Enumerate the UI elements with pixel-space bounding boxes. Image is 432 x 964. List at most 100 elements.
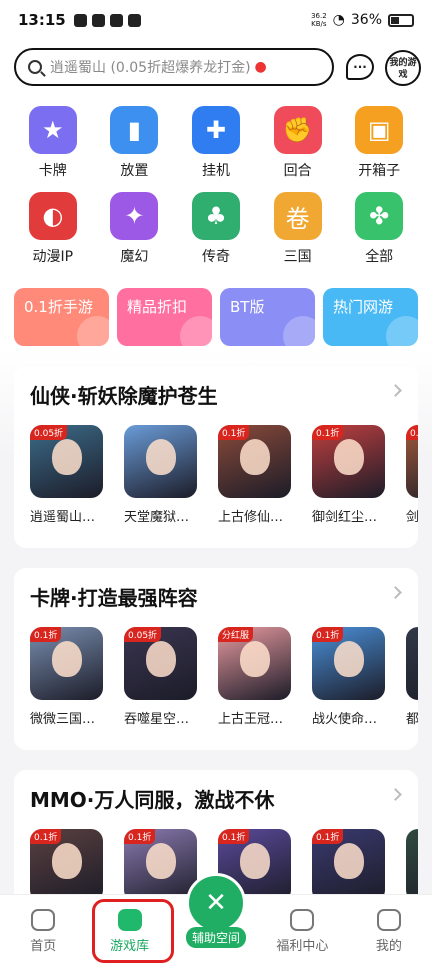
phone-icon: ▮ xyxy=(110,106,159,154)
nav-home[interactable]: 首页 xyxy=(0,895,86,964)
clover-icon: ✤ xyxy=(355,192,404,240)
character-art xyxy=(146,641,176,677)
search-icon xyxy=(28,60,42,74)
game-item[interactable]: 0.1折剑 xyxy=(406,425,418,525)
game-cover-image xyxy=(406,829,418,894)
game-item[interactable] xyxy=(406,829,418,894)
cards-icon: ★ xyxy=(28,106,77,154)
category-7[interactable]: ♣ 传奇 xyxy=(175,192,257,266)
nav-welfare-center[interactable]: 福利中心 xyxy=(259,895,345,964)
game-item[interactable]: 0.1折 御剑红尘… xyxy=(312,425,385,525)
game-list: 0.1折 微微三国… 0.05折 吞噬星空… 分红服 上古王冠… 0.1折战火使命… 都 xyxy=(30,627,418,727)
discount-badge: 0.1折 xyxy=(218,829,250,844)
game-item[interactable]: 0.1折 微微三国… xyxy=(30,627,103,727)
tag-label: 0.1折手游 xyxy=(24,298,93,316)
game-item[interactable]: 都 xyxy=(406,627,418,727)
main-content: ★ 卡牌 ▮ 放置 ✚ 挂机 ✊ 回合 ▣ 开箱子 ◐ 动漫IP ✦ 魔幻 ♣ 传奇 卷三国 ✤ 全部 0.1折手游… xyxy=(0,98,432,894)
character-art xyxy=(334,843,364,879)
game-item[interactable]: 0.05折 逍遥蜀山… xyxy=(30,425,103,525)
game-name: 剑 xyxy=(406,510,418,525)
tag-label: BT版 xyxy=(230,298,265,316)
category-label: 卡牌 xyxy=(38,163,67,179)
quick-tags: 0.1折手游 精品折扣 BT版 热门网游 xyxy=(0,266,432,346)
status-time: 13:15 xyxy=(18,11,66,29)
category-8[interactable]: 卷三国 xyxy=(257,192,339,266)
game-cover-image xyxy=(124,425,197,498)
message-icon[interactable]: ··· xyxy=(346,54,374,80)
notification-icons xyxy=(73,13,141,27)
category-1[interactable]: ▮ 放置 xyxy=(94,106,176,180)
nav-assist-space[interactable]: ✕ 辅助空间 xyxy=(173,873,259,964)
wifi-icon: ◔ xyxy=(332,12,345,28)
category-6[interactable]: ✦ 魔幻 xyxy=(94,192,176,266)
section-title: MMO·万人同服，激战不休 xyxy=(30,788,275,812)
game-item[interactable]: 天堂魔狱… xyxy=(124,425,197,525)
gamepad-icon: ✚ xyxy=(191,106,240,154)
gourd-icon: ♣ xyxy=(191,192,240,240)
game-name: 都 xyxy=(406,712,418,727)
game-name: 御剑红尘… xyxy=(312,510,378,525)
category-label: 开箱子 xyxy=(358,163,401,179)
category-label: 放置 xyxy=(120,163,149,179)
game-item[interactable]: 0.05折 吞噬星空… xyxy=(124,627,197,727)
game-name: 战火使命… xyxy=(312,712,378,727)
category-label: 挂机 xyxy=(201,163,230,179)
tv-gift-icon xyxy=(290,909,315,931)
section-title: 仙侠·斩妖除魔护苍生 xyxy=(30,384,218,408)
game-cover-image: 0.1折 xyxy=(218,425,291,498)
boxing-glove-icon: ✊ xyxy=(273,106,322,154)
battery-icon xyxy=(388,13,414,27)
character-art xyxy=(146,439,176,475)
category-2[interactable]: ✚ 挂机 xyxy=(175,106,257,180)
nav-profile[interactable]: 我的 xyxy=(346,895,432,964)
tag-button-0[interactable]: 0.1折手游 xyxy=(14,288,109,346)
discount-badge: 0.1折 xyxy=(30,627,62,642)
my-games-button[interactable]: 我的游戏 xyxy=(385,50,421,86)
discount-badge: 0.1折 xyxy=(30,829,62,844)
game-cover-image xyxy=(406,627,418,700)
tag-label: 精品折扣 xyxy=(127,298,188,316)
character-art xyxy=(240,439,270,475)
network-speed: 36.2 KB/s xyxy=(311,12,327,28)
category-label: 全部 xyxy=(365,249,394,265)
category-label: 传奇 xyxy=(201,249,230,265)
discount-badge: 0.1折 xyxy=(312,627,344,642)
character-art xyxy=(240,843,270,879)
search-input[interactable]: 逍遥蜀山 (0.05折超爆养龙打金) ● xyxy=(14,48,334,86)
category-4[interactable]: ▣ 开箱子 xyxy=(338,106,420,180)
nav-game-library[interactable]: 游戏库 xyxy=(86,895,175,964)
tag-button-1[interactable]: 精品折扣 xyxy=(117,288,212,346)
character-art xyxy=(52,843,82,879)
game-item[interactable]: 0.1折 xyxy=(124,829,197,894)
game-cover-image: 0.1折 xyxy=(312,627,385,700)
character-art xyxy=(334,439,364,475)
character-art xyxy=(146,843,176,879)
game-section: 卡牌·打造最强阵容 0.1折 微微三国… 0.05折 吞噬星空… 分红服 上古王冠… 0.1折… xyxy=(14,568,418,750)
game-item[interactable]: 0.1折上古修仙… xyxy=(218,425,291,525)
discount-badge: 分红服 xyxy=(218,627,254,642)
character-art xyxy=(334,641,364,677)
treasure-chest-icon: ▣ xyxy=(355,106,404,154)
discount-badge: 0.05折 xyxy=(30,425,68,440)
discount-badge: 0.1折 xyxy=(406,425,418,440)
category-label: 动漫IP xyxy=(32,249,74,265)
tag-label: 热门网游 xyxy=(333,298,394,316)
game-name: 上古修仙… xyxy=(218,510,284,525)
category-0[interactable]: ★ 卡牌 xyxy=(12,106,94,180)
category-3[interactable]: ✊ 回合 xyxy=(257,106,339,180)
tag-button-3[interactable]: 热门网游 xyxy=(323,288,418,346)
game-item[interactable]: 分红服 上古王冠… xyxy=(218,627,291,727)
game-cover-image: 分红服 xyxy=(218,627,291,700)
game-cover-image: 0.1折 xyxy=(30,627,103,700)
tag-button-2[interactable]: BT版 xyxy=(220,288,315,346)
status-bar: 13:15 36.2 KB/s ◔ 36% xyxy=(0,0,432,40)
game-item[interactable]: 0.1折 xyxy=(30,829,103,894)
game-item[interactable]: 0.1折战火使命… xyxy=(312,627,385,727)
category-5[interactable]: ◐ 动漫IP xyxy=(12,192,94,266)
category-9[interactable]: ✤ 全部 xyxy=(338,192,420,266)
game-item[interactable]: 0.1折 xyxy=(312,829,385,894)
category-label: 魔幻 xyxy=(120,249,149,265)
category-label: 回合 xyxy=(283,163,312,179)
search-placeholder: 逍遥蜀山 (0.05折超爆养龙打金) xyxy=(50,60,251,76)
tools-icon: ✕ xyxy=(186,873,247,933)
